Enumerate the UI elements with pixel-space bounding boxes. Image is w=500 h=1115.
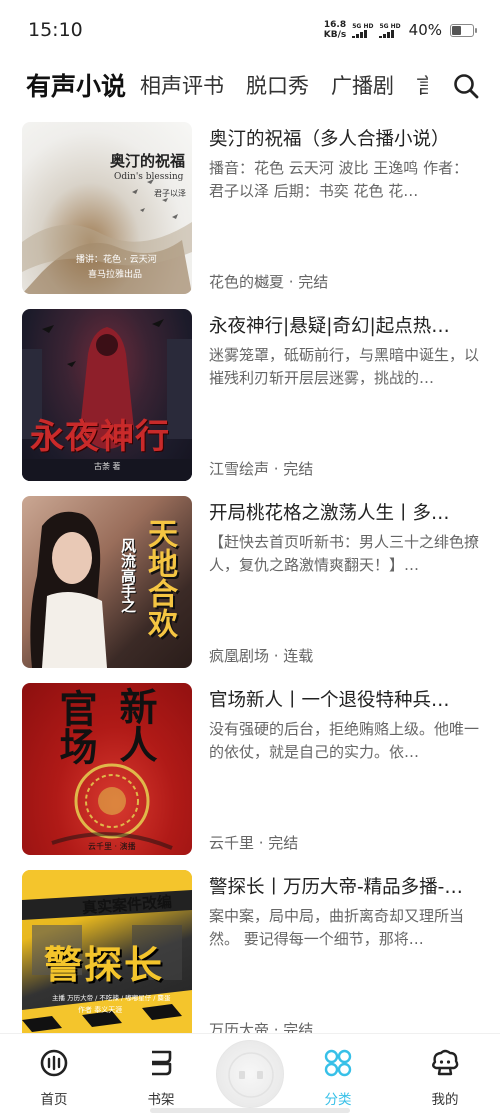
list-item[interactable]: 天地合欢 风流高手之 开局桃花格之激荡人生丨多… 【赶快去首页听新书：男人三十之…	[0, 496, 500, 683]
signal-icon-2: 5G HD	[379, 23, 401, 38]
tab-crosstalk[interactable]: 相声评书	[140, 70, 224, 100]
status-indicators: 16.8 KB/s 5G HD 5G HD 40%	[324, 20, 477, 40]
cover-narrators: 播讲：花色 · 云天河	[76, 255, 157, 265]
bookshelf-icon	[152, 1050, 172, 1076]
cover-title: 天地合欢	[142, 518, 177, 638]
book-description: 迷雾笼罩，砥砺前行，与黑暗中诞生，以摧残利刃斩开层层迷雾，挑战的…	[209, 346, 479, 387]
battery-percent: 40%	[408, 21, 442, 39]
book-cover[interactable]: 官场 新人 云千里 · 演播	[22, 683, 192, 855]
book-title[interactable]: 永夜神行|悬疑|奇幻|起点热…	[209, 315, 479, 339]
tab-radio-drama[interactable]: 广播剧	[331, 70, 394, 100]
book-list: 奥汀的祝福 Odin's blessing 君子以泽 播讲：花色 · 云天河 喜…	[0, 122, 500, 1057]
book-cover[interactable]: 真实案件改编 警探长 主播 万历大帝 / 不吃辣 / 嘟嘟星仔 / 麋蛋 作者 …	[22, 870, 192, 1042]
battery-icon	[450, 23, 477, 37]
nav-category[interactable]: 分类	[306, 1048, 370, 1108]
book-title[interactable]: 警探长丨万历大帝-精品多播-…	[209, 876, 479, 900]
cover-title: 永夜神行	[30, 417, 170, 457]
cover-author: 作者 奉义天涯	[78, 1006, 123, 1014]
search-icon	[454, 74, 479, 99]
list-item[interactable]: 真实案件改编 警探长 主播 万历大帝 / 不吃辣 / 嘟嘟星仔 / 麋蛋 作者 …	[0, 870, 500, 1057]
book-meta: 警探长丨万历大帝-精品多播-… 案中案，局中局，曲折离奇却又理所当然。 要记得每…	[209, 876, 479, 1042]
network-speed-value: 16.8	[323, 20, 347, 30]
cover-subtitle: 风流高手之	[119, 538, 137, 613]
list-item[interactable]: 永夜神行 古荼 著 永夜神行|悬疑|奇幻|起点热… 迷雾笼罩，砥砺前行，与黑暗中…	[0, 309, 500, 496]
category-icon	[324, 1049, 352, 1077]
play-disc-icon	[228, 1052, 274, 1098]
cover-title-left: 官场	[53, 689, 98, 765]
cover-title: 警探长	[44, 942, 165, 987]
book-title[interactable]: 开局桃花格之激荡人生丨多…	[209, 502, 479, 526]
book-description: 没有强硬的后台，拒绝贿赂上级。他唯一的依仗，就是自己的实力。依…	[209, 720, 479, 761]
signal-icon: 5G HD	[352, 23, 373, 38]
cover-narrators: 主播 万历大帝 / 不吃辣 / 嘟嘟星仔 / 麋蛋	[52, 994, 171, 1002]
nav-home-label: 首页	[40, 1092, 68, 1108]
book-description: 案中案，局中局，曲折离奇却又理所当然。 要记得每一个细节，那将…	[209, 907, 465, 948]
tab-talk-show[interactable]: 脱口秀	[246, 70, 309, 100]
nav-profile[interactable]: 我的	[413, 1048, 477, 1108]
book-source: 花色的樾夏 · 完结	[209, 273, 329, 291]
home-icon	[40, 1049, 68, 1077]
cover-author: 古荼 著	[94, 462, 121, 471]
book-cover[interactable]: 天地合欢 风流高手之	[22, 496, 192, 668]
search-button[interactable]	[450, 70, 482, 102]
book-meta: 奥汀的祝福（多人合播小说） 播音：花色 云天河 波比 王逸鸣 作者：君子以泽 后…	[209, 128, 479, 294]
book-description: 播音：花色 云天河 波比 王逸鸣 作者：君子以泽 后期：书奕 花色 花…	[209, 159, 469, 200]
book-source: 云千里 · 完结	[209, 834, 299, 852]
cover-author: 云千里 · 演播	[88, 842, 136, 851]
status-time: 15:10	[28, 19, 83, 41]
book-meta: 永夜神行|悬疑|奇幻|起点热… 迷雾笼罩，砥砺前行，与黑暗中诞生，以摧残利刃斩开…	[209, 315, 479, 481]
network-speed-unit: KB/s	[323, 30, 347, 40]
book-title[interactable]: 官场新人丨一个退役特种兵…	[209, 689, 479, 713]
tab-audio-novel[interactable]: 有声小说	[26, 67, 126, 103]
status-bar: 15:10 16.8 KB/s 5G HD 5G HD 40%	[0, 0, 500, 60]
nav-bookshelf[interactable]: 书架	[129, 1048, 193, 1108]
book-meta: 官场新人丨一个退役特种兵… 没有强硬的后台，拒绝贿赂上级。他唯一的依仗，就是自己…	[209, 689, 479, 855]
book-title[interactable]: 奥汀的祝福（多人合播小说）	[209, 128, 479, 152]
profile-icon	[432, 1049, 459, 1076]
cover-title: 奥汀的祝福	[110, 152, 186, 170]
list-item[interactable]: 奥汀的祝福 Odin's blessing 君子以泽 播讲：花色 · 云天河 喜…	[0, 122, 500, 309]
network-speed: 16.8 KB/s	[324, 20, 346, 40]
book-meta: 开局桃花格之激荡人生丨多… 【赶快去首页听新书：男人三十之绯色撩人，复仇之路激情…	[209, 502, 479, 668]
nav-category-label: 分类	[324, 1092, 352, 1108]
bottom-nav: 首页 书架 分类 我的	[0, 1033, 500, 1115]
cover-title-right: 新人	[113, 687, 158, 763]
nav-home[interactable]: 首页	[22, 1048, 86, 1108]
cover-subtitle: Odin's blessing	[114, 172, 184, 182]
player-button[interactable]	[216, 1040, 284, 1108]
book-description: 【赶快去首页听新书：男人三十之绯色撩人，复仇之路激情爽翻天！】…	[209, 533, 479, 574]
book-cover[interactable]: 永夜神行 古荼 著	[22, 309, 192, 481]
nav-bookshelf-label: 书架	[147, 1092, 175, 1108]
book-cover[interactable]: 奥汀的祝福 Odin's blessing 君子以泽 播讲：花色 · 云天河 喜…	[22, 122, 192, 294]
cover-author: 君子以泽	[154, 189, 186, 198]
nav-profile-label: 我的	[431, 1092, 459, 1108]
book-source: 江雪绘声 · 完结	[209, 460, 314, 478]
home-indicator	[150, 1108, 350, 1113]
book-source: 疯凰剧场 · 连载	[209, 647, 314, 665]
category-tabs: 有声小说 相声评书 脱口秀 广播剧 言	[0, 62, 500, 108]
list-item[interactable]: 官场 新人 云千里 · 演播 官场新人丨一个退役特种兵… 没有强硬的后台，拒绝贿…	[0, 683, 500, 870]
cover-publisher: 喜马拉雅出品	[88, 270, 143, 280]
